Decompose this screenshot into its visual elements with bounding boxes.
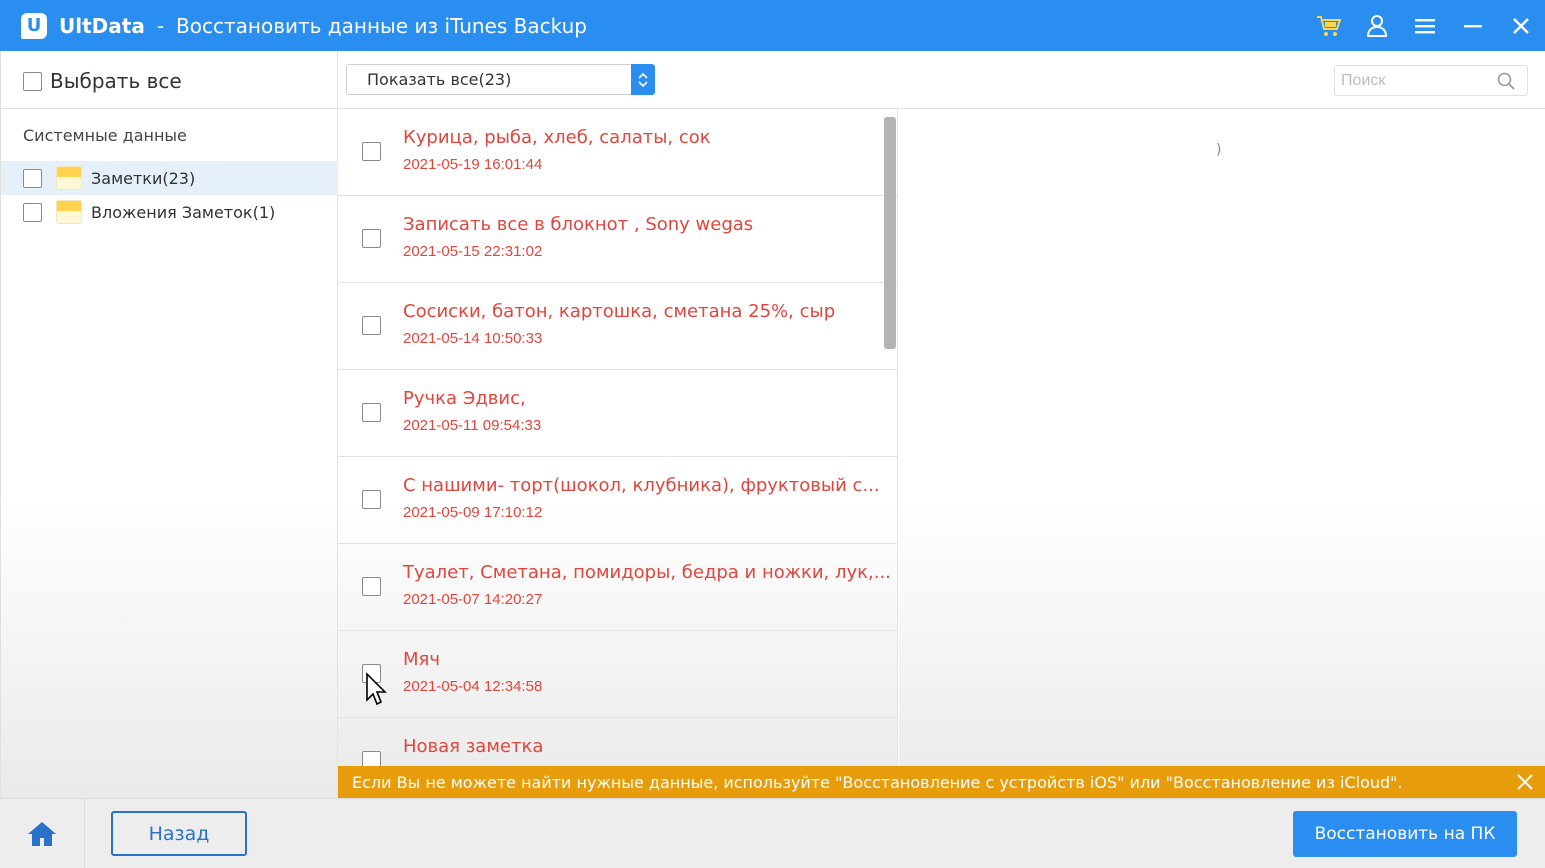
checkbox[interactable] [362,316,381,335]
checkbox[interactable] [23,71,42,91]
note-date: 2021-05-09 17:10:12 [403,504,543,521]
note-date: 2021-05-07 14:20:27 [403,591,543,608]
search-icon[interactable] [1497,72,1515,94]
list-item[interactable]: Сосиски, батон, картошка, сметана 25%, с… [338,283,897,370]
note-date: 2021-05-11 09:54:33 [403,417,542,434]
list-item[interactable]: Мяч 2021-05-04 12:34:58 [338,631,897,718]
sidebar: Выбрать все Системные данные Заметки(23)… [0,51,338,798]
notes-icon [56,166,82,190]
window-title: Восстановить данные из iTunes Backup [176,13,587,38]
bottom-bar: Назад Восстановить на ПК [0,798,1545,868]
divider [1,108,338,109]
note-date: 2021-05-14 10:50:33 [403,330,543,347]
toolbar: Показать все(23) [338,51,1545,109]
checkbox[interactable] [362,577,381,596]
title-separator: - [156,13,165,38]
list-item[interactable]: Новая заметка [338,718,897,766]
notes-list: Курица, рыба, хлеб, салаты, сок 2021-05-… [338,109,898,766]
back-button[interactable]: Назад [111,811,247,856]
select-all-checkbox[interactable]: Выбрать все [23,69,182,93]
cart-icon[interactable] [1305,0,1353,51]
home-button[interactable] [0,799,85,868]
notice-text: Если Вы не можете найти нужные данные, и… [352,772,1403,792]
logo-letter: U [26,15,42,36]
note-title: Записать все в блокнот , Sony wegas [403,214,754,235]
sidebar-item-label: Заметки(23) [91,168,196,188]
list-item[interactable]: С нашими- торт(шокол, клубника), фруктов… [338,457,897,544]
note-title: Новая заметка [403,736,544,757]
note-title: Мяч [403,649,440,670]
note-date: 2021-05-19 16:01:44 [403,156,543,173]
list-item[interactable]: Записать все в блокнот , Sony wegas 2021… [338,196,897,283]
notes-icon [56,200,82,224]
menu-icon[interactable] [1401,0,1449,51]
note-title: Ручка Эдвис, [403,388,526,409]
note-title: С нашими- торт(шокол, клубника), фруктов… [403,475,880,496]
checkbox[interactable] [362,229,381,248]
select-arrows-icon[interactable] [631,64,655,95]
checkbox[interactable] [362,142,381,161]
recover-to-pc-button[interactable]: Восстановить на ПК [1293,811,1517,857]
checkbox[interactable] [23,168,42,188]
checkbox[interactable] [362,403,381,422]
filter-select[interactable]: Показать все(23) [346,64,655,95]
note-title: Туалет, Сметана, помидоры, бедра и ножки… [403,562,891,583]
title-bar: U UltData - Восстановить данные из iTune… [0,0,1545,51]
sidebar-item-label: Вложения Заметок(1) [91,202,276,222]
minimize-icon[interactable] [1449,0,1497,51]
close-icon[interactable] [1513,770,1537,794]
notice-bar: Если Вы не можете найти нужные данные, и… [338,766,1545,798]
list-scrollbar[interactable] [884,117,896,349]
checkbox[interactable] [23,202,42,222]
section-title: Системные данные [23,126,187,145]
user-icon[interactable] [1353,0,1401,51]
list-item[interactable]: Туалет, Сметана, помидоры, бедра и ножки… [338,544,897,631]
list-item[interactable]: Курица, рыба, хлеб, салаты, сок 2021-05-… [338,109,897,196]
ultdata-logo-icon: U [21,12,47,39]
filter-value: Показать все(23) [367,70,512,89]
search-box[interactable] [1334,65,1528,96]
home-icon [28,822,56,846]
preview-text: ) [1216,142,1222,158]
title-bar-controls [1305,0,1545,51]
note-title: Курица, рыба, хлеб, салаты, сок [403,127,711,148]
sidebar-item-note-attachments[interactable]: Вложения Заметок(1) [1,195,338,229]
sidebar-item-notes[interactable]: Заметки(23) [1,161,338,195]
note-title: Сосиски, батон, картошка, сметана 25%, с… [403,301,836,322]
close-icon[interactable] [1497,0,1545,51]
list-item[interactable]: Ручка Эдвис, 2021-05-11 09:54:33 [338,370,897,457]
search-input[interactable] [1335,66,1485,95]
preview-pane: ) [899,109,1545,766]
checkbox[interactable] [362,751,381,766]
note-date: 2021-05-04 12:34:58 [403,678,543,695]
mouse-cursor-icon [366,672,387,706]
note-date: 2021-05-15 22:31:02 [403,243,543,260]
app-name: UltData [59,13,145,38]
select-all-label: Выбрать все [50,69,182,93]
checkbox[interactable] [362,490,381,509]
